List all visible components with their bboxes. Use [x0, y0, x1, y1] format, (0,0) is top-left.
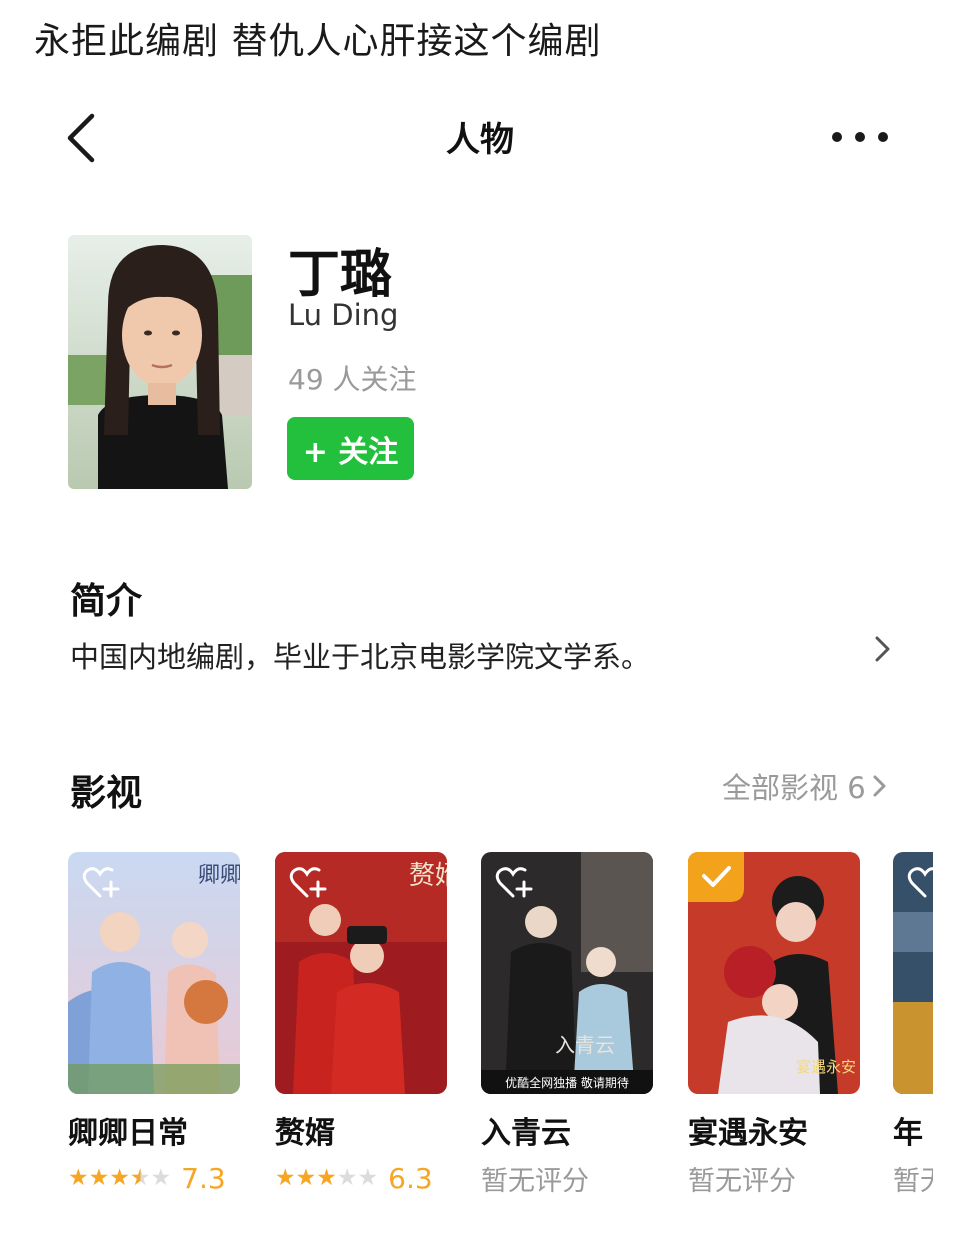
- film-title[interactable]: 卿卿日常: [68, 1108, 240, 1152]
- film-poster[interactable]: 卿卿日常: [68, 852, 240, 1094]
- star-empty-icon: ★: [336, 1164, 358, 1191]
- film-title[interactable]: 赘婿: [275, 1108, 447, 1152]
- intro-text[interactable]: 中国内地编剧，毕业于北京电影学院文学系。: [70, 634, 650, 676]
- poster-banner-text: 优酷全网独播 敬请期待: [505, 1075, 629, 1090]
- caption-text: 永拒此编剧 替仇人心肝接这个编剧: [34, 21, 602, 62]
- intro-heading: 简介: [70, 581, 143, 622]
- film-poster[interactable]: 赘婿: [275, 852, 447, 1094]
- star-half-icon: ★: [129, 1164, 151, 1191]
- star-icon: ★: [275, 1164, 296, 1191]
- film-rating: ★ ★ ★ ★ ★ 7.3: [68, 1161, 240, 1195]
- poster-title-text: 入青云: [555, 1034, 615, 1057]
- film-card[interactable]: 宴遇永安 宴遇永安 暂无评分: [688, 852, 860, 1197]
- rating-stars: ★ ★ ★ ★ ★: [275, 1164, 379, 1191]
- star-icon: ★: [88, 1164, 110, 1191]
- avatar: [68, 235, 252, 489]
- star-icon: ★: [68, 1164, 89, 1191]
- film-card[interactable]: 赘婿 赘婿 ★★★★★ 6.3: [275, 852, 447, 1195]
- all-films-label: 全部影视 6: [722, 771, 866, 805]
- film-rating: ★ ★ ★ ★ ★ 6.3: [275, 1161, 447, 1195]
- rating-stars: ★ ★ ★ ★ ★: [68, 1164, 172, 1191]
- page-title: 人物: [446, 120, 514, 160]
- star-empty-icon: ★: [150, 1164, 172, 1191]
- poster-title-text: 宴遇永安: [796, 1058, 856, 1076]
- star-icon: ★: [109, 1164, 130, 1191]
- no-rating-text: 暂无评分: [688, 1165, 796, 1197]
- rating-score: 6.3: [388, 1161, 433, 1195]
- chevron-right-icon[interactable]: [868, 632, 896, 666]
- film-title[interactable]: 入青云: [481, 1108, 653, 1152]
- more-options-icon[interactable]: [832, 122, 888, 152]
- check-badge-icon[interactable]: [688, 852, 744, 902]
- film-card[interactable]: 年 暂无: [893, 852, 933, 1194]
- no-rating-text: 暂无评分: [481, 1165, 589, 1197]
- film-rating: 暂无: [893, 1162, 933, 1195]
- film-poster[interactable]: [893, 852, 933, 1094]
- film-card[interactable]: 卿卿日常 卿卿日常 ★★★★★ 7.3: [68, 852, 240, 1195]
- poster-title-text: 赘婿: [409, 861, 447, 890]
- film-title[interactable]: 年: [893, 1108, 933, 1152]
- chevron-right-icon: [873, 775, 886, 797]
- follower-count: 49 人关注: [288, 363, 417, 396]
- film-poster[interactable]: 入青云 优酷全网独播 敬请期待: [481, 852, 653, 1094]
- star-icon: ★: [316, 1164, 337, 1191]
- heart-add-icon[interactable]: [907, 866, 933, 900]
- heart-add-icon[interactable]: [289, 866, 327, 900]
- nav-bar: 人物: [0, 100, 960, 180]
- person-english-name: Lu Ding: [288, 298, 399, 332]
- no-rating-text: 暂无: [893, 1165, 933, 1195]
- poster-title-text: 卿卿日常: [198, 862, 240, 887]
- films-heading: 影视: [70, 773, 143, 814]
- star-empty-icon: ★: [357, 1164, 379, 1191]
- person-name: 丁璐: [288, 245, 393, 305]
- all-films-link[interactable]: 全部影视 6: [722, 765, 888, 807]
- film-rating: 暂无评分: [481, 1162, 653, 1197]
- film-card[interactable]: 入青云 优酷全网独播 敬请期待 入青云 暂无评分: [481, 852, 653, 1197]
- heart-add-icon[interactable]: [495, 866, 533, 900]
- film-title[interactable]: 宴遇永安: [688, 1108, 860, 1152]
- heart-add-icon[interactable]: [82, 866, 120, 900]
- star-icon: ★: [295, 1164, 317, 1191]
- film-rating: 暂无评分: [688, 1162, 860, 1197]
- film-poster[interactable]: 宴遇永安: [688, 852, 860, 1094]
- follow-button[interactable]: + 关注: [287, 417, 414, 480]
- rating-score: 7.3: [181, 1161, 226, 1195]
